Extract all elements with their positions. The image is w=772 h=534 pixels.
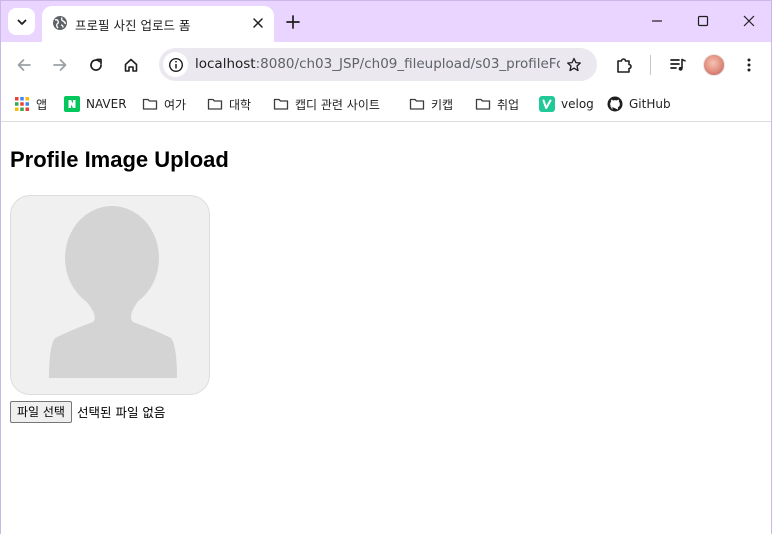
minimize-icon [652,20,662,22]
maximize-icon [697,15,709,27]
media-queue-icon [670,58,686,71]
bookmark-github[interactable]: GitHub [607,94,671,114]
page-title: Profile Image Upload [10,147,229,172]
tab-search-button[interactable] [8,8,35,35]
bookmark-star-button[interactable] [564,55,584,75]
home-button[interactable] [120,54,142,76]
github-icon [607,96,623,112]
minimize-button[interactable] [647,11,667,31]
bookmark-velog[interactable]: velog [539,94,594,114]
bookmark-label: 대학 [229,97,252,112]
info-icon [168,57,183,72]
bookmark-label: 취업 [497,97,520,112]
forward-button[interactable] [49,54,71,76]
url-host: localhost [195,56,256,72]
bookmark-folder-jobs[interactable]: 취업 [475,94,519,114]
bookmark-label: 키캡 [431,97,454,112]
bookmark-folder-capstone[interactable]: 캡디 관련 사이트 [273,94,380,114]
tab-close-button[interactable] [250,15,266,31]
back-button[interactable] [13,54,35,76]
url-text[interactable]: localhost:8080/ch03_JSP/ch09_fileupload/… [195,56,560,72]
bookmarks-bar: 앱 NAVER 여가 대학 캡디 관련 사이트 키캡 취업 velog GitH… [1,88,771,122]
globe-icon [53,16,67,30]
bookmark-folder-keycap[interactable]: 키캡 [409,94,453,114]
reload-icon [90,58,102,71]
bookmark-label: NAVER [86,97,127,111]
browser-toolbar: localhost:8080/ch03_JSP/ch09_fileupload/… [1,42,771,88]
toolbar-divider [650,55,651,75]
file-input[interactable]: 파일 선택 선택된 파일 없음 [10,400,165,423]
bookmark-folder-university[interactable]: 대학 [207,94,251,114]
page-content: Profile Image Upload 파일 선택 선택된 파일 없음 [1,123,771,534]
menu-button[interactable] [738,54,760,76]
close-icon [743,15,755,27]
close-icon [253,18,263,28]
chevron-down-icon [17,19,26,25]
profile-image-preview [10,195,210,395]
folder-icon [409,98,425,110]
default-avatar-silhouette-icon [49,206,177,378]
tab-strip: 프로필 사진 업로드 폼 [1,1,771,42]
folder-icon [273,98,289,110]
close-window-button[interactable] [739,11,759,31]
bookmark-folder-leisure[interactable]: 여가 [142,94,186,114]
extensions-button[interactable] [613,54,635,76]
bookmark-label: velog [561,97,594,111]
address-bar[interactable]: localhost:8080/ch03_JSP/ch09_fileupload/… [159,48,597,81]
bookmark-label: 여가 [164,97,187,112]
bookmark-label: 캡디 관련 사이트 [295,97,380,112]
folder-icon [475,98,491,110]
velog-icon [539,96,555,112]
active-tab[interactable]: 프로필 사진 업로드 폼 [42,6,274,42]
maximize-button[interactable] [693,11,713,31]
reload-button[interactable] [85,54,107,76]
puzzle-icon [617,58,632,73]
folder-icon [142,98,158,110]
arrow-right-icon [53,59,67,71]
bookmark-naver[interactable]: NAVER [64,94,127,114]
browser-window: 프로필 사진 업로드 폼 localhost:8080/ch03_JSP/ch0… [0,0,772,534]
tab-title: 프로필 사진 업로드 폼 [75,18,191,33]
media-controls-button[interactable] [667,54,689,76]
profile-avatar[interactable] [703,54,725,76]
bookmark-apps[interactable]: 앱 [14,94,47,114]
bookmark-label: 앱 [36,97,48,112]
url-path: :8080/ch03_JSP/ch09_fileupload/s03_profi… [255,56,560,72]
site-info-button[interactable] [163,52,188,77]
new-tab-button[interactable] [283,12,303,32]
plus-icon [286,15,300,29]
bookmark-label: GitHub [629,97,671,111]
folder-icon [207,98,223,110]
naver-icon [64,96,80,112]
apps-grid-icon [15,97,29,111]
choose-file-button[interactable]: 파일 선택 [10,400,72,423]
more-vertical-icon [747,58,751,72]
star-icon [567,57,581,72]
arrow-left-icon [17,59,31,71]
home-icon [124,58,138,72]
file-status-text: 선택된 파일 없음 [76,405,166,420]
